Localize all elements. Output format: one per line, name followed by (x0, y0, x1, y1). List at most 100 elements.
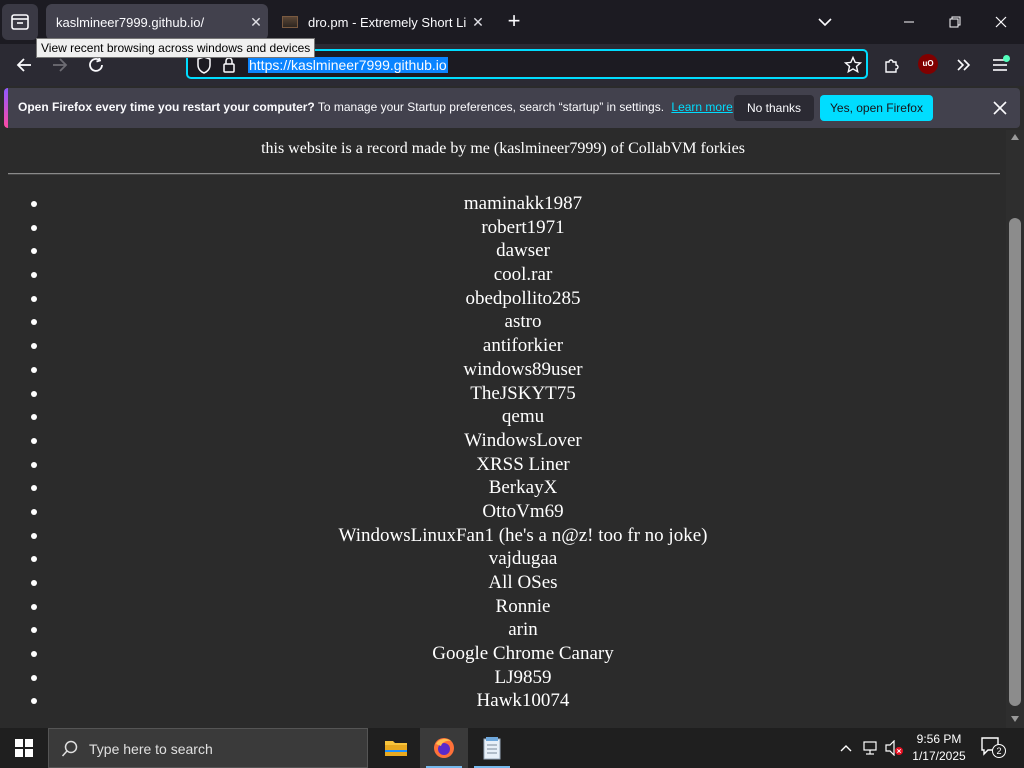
forkie-name: astro (504, 311, 542, 333)
back-button[interactable] (12, 53, 36, 77)
bullet-icon (31, 272, 37, 279)
bookmark-star-icon[interactable] (844, 56, 862, 74)
bullet-icon (31, 414, 37, 421)
folder-icon (385, 741, 407, 756)
list-item: maminakk1987 (31, 192, 1006, 216)
update-dot-icon (1003, 55, 1010, 62)
new-tab-button[interactable]: + (502, 10, 526, 34)
notification-title: Open Firefox every time you restart your… (18, 100, 315, 114)
list-item: vajdugaa (31, 547, 1006, 571)
bullet-icon (31, 485, 37, 492)
page-content: this website is a record made by me (kas… (0, 130, 1006, 728)
list-item: BerkayX (31, 476, 1006, 500)
close-window-button[interactable] (986, 8, 1016, 36)
scroll-thumb[interactable] (1009, 218, 1021, 706)
notepad-taskbar-button[interactable] (468, 728, 516, 768)
bullet-icon (31, 224, 37, 231)
list-item: XRSS Liner (31, 453, 1006, 477)
back-arrow-icon (16, 58, 31, 72)
shield-icon (197, 56, 211, 74)
list-all-tabs-button[interactable] (812, 10, 838, 34)
ublock-origin-icon[interactable]: uO (918, 54, 938, 74)
forkie-name: Ronnie (495, 595, 551, 617)
list-item: robert1971 (31, 216, 1006, 240)
double-chevron-icon (957, 59, 971, 71)
bullet-icon (31, 248, 37, 255)
search-placeholder: Type here to search (89, 741, 213, 757)
chevron-up-icon (840, 745, 852, 752)
page-intro: this website is a record made by me (kas… (261, 140, 745, 157)
taskbar-search-box[interactable]: Type here to search (48, 728, 368, 768)
start-button[interactable] (0, 728, 48, 768)
tab-close-icon[interactable]: ✕ (244, 14, 268, 31)
close-icon (993, 101, 1007, 115)
firefox-taskbar-button[interactable] (420, 728, 468, 768)
forkie-name: qemu (501, 406, 545, 428)
tab-kaslmineer[interactable]: kaslmineer7999.github.io/ ✕ (46, 4, 268, 40)
bullet-icon (31, 343, 37, 350)
file-explorer-button[interactable] (372, 728, 420, 768)
list-item: astro (31, 310, 1006, 334)
scroll-up-arrow-icon[interactable] (1009, 132, 1021, 142)
startup-notification-bar: Open Firefox every time you restart your… (4, 88, 1020, 128)
list-item: antiforkier (31, 334, 1006, 358)
minimize-icon (904, 21, 914, 23)
list-item: LJ9859 (31, 666, 1006, 690)
list-item: dawser (31, 239, 1006, 263)
url-text[interactable]: https://kaslmineer7999.github.io (248, 56, 448, 74)
bullet-icon (31, 508, 37, 515)
volume-tray-button[interactable] (884, 738, 904, 758)
notification-text: To manage your Startup preferences, sear… (317, 100, 665, 114)
forkie-name: windows89user (463, 358, 583, 380)
tab-close-icon[interactable]: ✕ (466, 14, 490, 31)
show-hidden-icons-button[interactable] (836, 738, 856, 758)
horizontal-rule (8, 173, 1000, 175)
yes-open-firefox-button[interactable]: Yes, open Firefox (820, 95, 933, 121)
firefox-view-button[interactable] (2, 4, 38, 40)
bullet-icon (31, 627, 37, 634)
search-icon (61, 740, 78, 757)
restore-button[interactable] (940, 8, 970, 36)
lock-icon[interactable] (222, 56, 236, 74)
forkie-name: arin (508, 619, 538, 641)
taskbar-clock[interactable]: 9:56 PM 1/17/2025 (908, 731, 970, 765)
minimize-button[interactable] (894, 8, 924, 36)
firefox-view-icon (11, 14, 29, 30)
list-item: arin (31, 618, 1006, 642)
forkie-name: XRSS Liner (476, 453, 570, 475)
tab-dropm[interactable]: dro.pm - Extremely Short Links ✕ (272, 4, 490, 40)
app-menu-button[interactable] (988, 53, 1012, 77)
firefox-icon (434, 738, 454, 758)
forkie-name: antiforkier (482, 335, 564, 357)
extensions-button[interactable] (880, 53, 904, 77)
bullet-icon (31, 201, 37, 207)
forkie-name: obedpollito285 (465, 287, 581, 309)
bullet-icon (31, 390, 37, 397)
speaker-muted-icon (885, 740, 903, 756)
list-item: OttoVm69 (31, 500, 1006, 524)
notification-close-button[interactable] (988, 96, 1012, 120)
scroll-down-arrow-icon[interactable] (1009, 714, 1021, 724)
bullet-icon (31, 698, 37, 705)
list-item: Google Chrome Canary (31, 642, 1006, 666)
learn-more-link[interactable]: Learn more (671, 100, 732, 114)
tab-title: dro.pm - Extremely Short Links (308, 14, 466, 30)
bullet-icon (31, 674, 37, 681)
forkies-list: maminakk1987 robert1971 dawser cool.rar obed… (31, 192, 1006, 713)
page-scrollbar[interactable] (1006, 130, 1024, 728)
notification-message: Open Firefox every time you restart your… (18, 100, 733, 114)
network-tray-button[interactable] (860, 738, 880, 758)
forkie-name: cool.rar (493, 264, 553, 286)
bullet-icon (31, 295, 37, 302)
forkie-name: robert1971 (481, 216, 565, 238)
list-item: windows89user (31, 358, 1006, 382)
action-center-button[interactable]: 2 (980, 736, 1006, 760)
more-tools-button[interactable] (952, 53, 976, 77)
clock-time: 9:56 PM (916, 732, 962, 746)
no-thanks-button[interactable]: No thanks (734, 95, 814, 121)
windows-taskbar: Type here to search 9:56 PM 1/17/2025 2 (0, 728, 1024, 768)
notification-count-badge: 2 (992, 744, 1006, 758)
bullet-icon (31, 437, 37, 444)
bullet-icon (31, 556, 37, 563)
forward-arrow-icon (53, 58, 68, 72)
